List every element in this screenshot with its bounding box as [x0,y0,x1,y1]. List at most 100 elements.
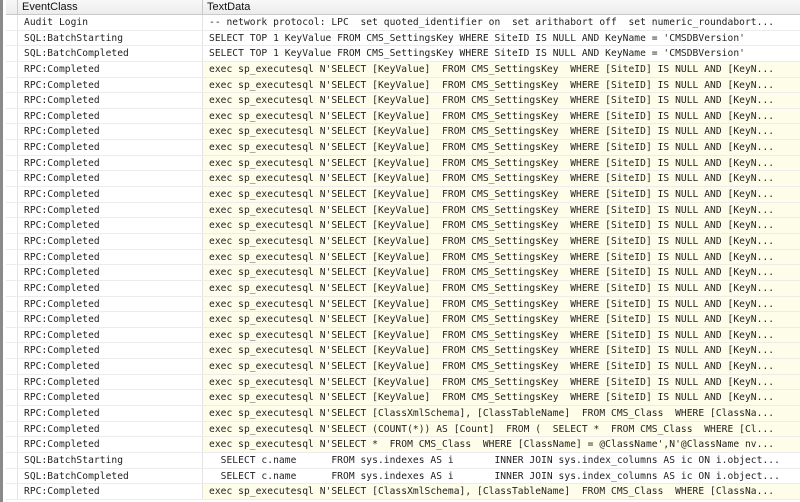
cell-eventclass: RPC:Completed [18,218,203,233]
table-row[interactable]: RPC:Completed exec sp_executesql N'SELECT… [6,249,800,266]
row-selector[interactable] [6,374,18,390]
grid-header: EventClass TextData [6,0,800,15]
cell-eventclass: Audit Login [18,15,203,30]
cell-textdata: exec sp_executesql N'SELECT [KeyValue] F… [203,280,800,296]
row-selector[interactable] [6,359,18,374]
row-selector[interactable] [6,46,18,61]
table-row[interactable]: SQL:BatchStarting SELECT c.name FROM sys… [6,452,800,469]
table-row[interactable]: RPC:Completed exec sp_executesql N'SELECT… [6,421,800,438]
table-row[interactable]: RPC:Completed exec sp_executesql N'SELECT… [6,124,800,141]
row-selector[interactable] [6,437,18,452]
cell-eventclass: RPC:Completed [18,280,203,296]
table-row[interactable]: RPC:Completed exec sp_executesql N'SELECT… [6,108,800,125]
table-row[interactable]: RPC:Completed exec sp_executesql N'SELECT… [6,77,800,94]
row-selector[interactable] [6,30,18,46]
table-row[interactable]: RPC:Completed exec sp_executesql N'SELECT… [6,296,800,313]
column-header-eventclass[interactable]: EventClass [18,0,203,15]
row-selector-header[interactable] [6,0,18,15]
cell-textdata: exec sp_executesql N'SELECT [KeyValue] F… [203,124,800,140]
row-selector[interactable] [6,171,18,187]
cell-eventclass: RPC:Completed [18,249,203,265]
row-selector[interactable] [6,406,18,421]
row-selector[interactable] [6,15,18,30]
table-row[interactable]: SQL:BatchStarting SELECT TOP 1 KeyValue F… [6,30,800,47]
row-selector[interactable] [6,390,18,406]
table-row[interactable]: RPC:Completed exec sp_executesql N'SELECT… [6,171,800,188]
row-selector[interactable] [6,108,18,124]
row-selector[interactable] [6,155,18,171]
cell-textdata: exec sp_executesql N'SELECT [KeyValue] F… [203,140,800,155]
cell-textdata: exec sp_executesql N'SELECT [KeyValue] F… [203,249,800,265]
table-row[interactable]: RPC:Completed exec sp_executesql N'SELECT… [6,61,800,78]
table-row[interactable]: RPC:Completed exec sp_executesql N'SELECT… [6,312,800,328]
row-selector[interactable] [6,296,18,312]
cell-textdata: exec sp_executesql N'SELECT (COUNT(*)) A… [203,421,800,437]
cell-eventclass: RPC:Completed [18,296,203,312]
row-selector[interactable] [6,93,18,108]
table-row[interactable]: RPC:Completed exec sp_executesql N'SELECT… [6,343,800,360]
row-selector[interactable] [6,468,18,484]
cell-textdata: exec sp_executesql N'SELECT [KeyValue] F… [203,218,800,233]
row-selector[interactable] [6,233,18,249]
cell-textdata: SELECT TOP 1 KeyValue FROM CMS_SettingsK… [209,32,745,44]
cell-textdata: exec sp_executesql N'SELECT [KeyValue] F… [203,265,800,280]
cell-eventclass: RPC:Completed [18,390,203,406]
table-row[interactable]: RPC:Completed exec sp_executesql N'SELECT… [6,218,800,234]
row-selector[interactable] [6,327,18,343]
cell-textdata: exec sp_executesql N'SELECT [KeyValue] F… [203,171,800,187]
cell-eventclass: RPC:Completed [18,265,203,280]
cell-textdata: exec sp_executesql N'SELECT [ClassXmlSch… [203,484,800,499]
row-selector[interactable] [6,218,18,233]
table-row[interactable]: SQL:BatchCompleted SELECT c.name FROM sy… [6,468,800,485]
cell-eventclass: RPC:Completed [18,437,203,452]
table-row[interactable]: RPC:Completed exec sp_executesql N'SELECT… [6,484,800,500]
table-row[interactable]: RPC:Completed exec sp_executesql N'SELECT… [6,140,800,156]
cell-textdata: exec sp_executesql N'SELECT [KeyValue] F… [203,155,800,171]
cell-eventclass: RPC:Completed [18,359,203,374]
grid-rows: Audit Login -- network protocol: LPC set … [6,15,800,500]
row-selector[interactable] [6,484,18,499]
cell-eventclass: RPC:Completed [18,61,203,77]
table-row[interactable]: RPC:Completed exec sp_executesql N'SELECT… [6,265,800,281]
table-row[interactable]: RPC:Completed exec sp_executesql N'SELECT… [6,93,800,109]
row-selector[interactable] [6,343,18,359]
table-row[interactable]: RPC:Completed exec sp_executesql N'SELECT… [6,327,800,344]
row-selector[interactable] [6,140,18,155]
row-selector[interactable] [6,452,18,468]
row-selector[interactable] [6,280,18,296]
row-selector[interactable] [6,421,18,437]
cell-eventclass: RPC:Completed [18,327,203,343]
table-row[interactable]: RPC:Completed exec sp_executesql N'SELECT… [6,202,800,219]
row-selector[interactable] [6,202,18,218]
table-row[interactable]: RPC:Completed exec sp_executesql N'SELECT… [6,233,800,250]
table-row[interactable]: RPC:Completed exec sp_executesql N'SELECT… [6,406,800,422]
cell-eventclass: RPC:Completed [18,77,203,93]
row-selector[interactable] [6,187,18,202]
table-row[interactable]: SQL:BatchCompleted SELECT TOP 1 KeyValue … [6,46,800,62]
cell-textdata: SELECT TOP 1 KeyValue FROM CMS_SettingsK… [209,48,745,60]
row-selector[interactable] [6,77,18,93]
cell-textdata: exec sp_executesql N'SELECT * FROM CMS_C… [203,437,800,452]
cell-eventclass: RPC:Completed [18,140,203,155]
cell-eventclass: SQL:BatchStarting [18,30,203,46]
cell-textdata: SELECT c.name FROM sys.indexes AS i INNE… [209,470,780,482]
table-row[interactable]: Audit Login -- network protocol: LPC set … [6,15,800,31]
cell-eventclass: RPC:Completed [18,155,203,171]
table-row[interactable]: RPC:Completed exec sp_executesql N'SELECT… [6,280,800,297]
row-selector[interactable] [6,61,18,77]
table-row[interactable]: RPC:Completed exec sp_executesql N'SELECT… [6,390,800,407]
row-selector[interactable] [6,249,18,265]
table-row[interactable]: RPC:Completed exec sp_executesql N'SELECT… [6,155,800,172]
table-row[interactable]: RPC:Completed exec sp_executesql N'SELECT… [6,359,800,375]
row-selector[interactable] [6,312,18,327]
cell-eventclass: RPC:Completed [18,312,203,327]
column-header-textdata[interactable]: TextData [203,0,800,15]
cell-textdata: SELECT c.name FROM sys.indexes AS i INNE… [209,454,780,466]
row-selector[interactable] [6,265,18,280]
row-selector[interactable] [6,124,18,140]
table-row[interactable]: RPC:Completed exec sp_executesql N'SELECT… [6,374,800,391]
table-row[interactable]: RPC:Completed exec sp_executesql N'SELECT… [6,437,800,453]
cell-eventclass: RPC:Completed [18,171,203,187]
table-row[interactable]: RPC:Completed exec sp_executesql N'SELECT… [6,187,800,203]
cell-textdata: exec sp_executesql N'SELECT [KeyValue] F… [203,312,800,327]
